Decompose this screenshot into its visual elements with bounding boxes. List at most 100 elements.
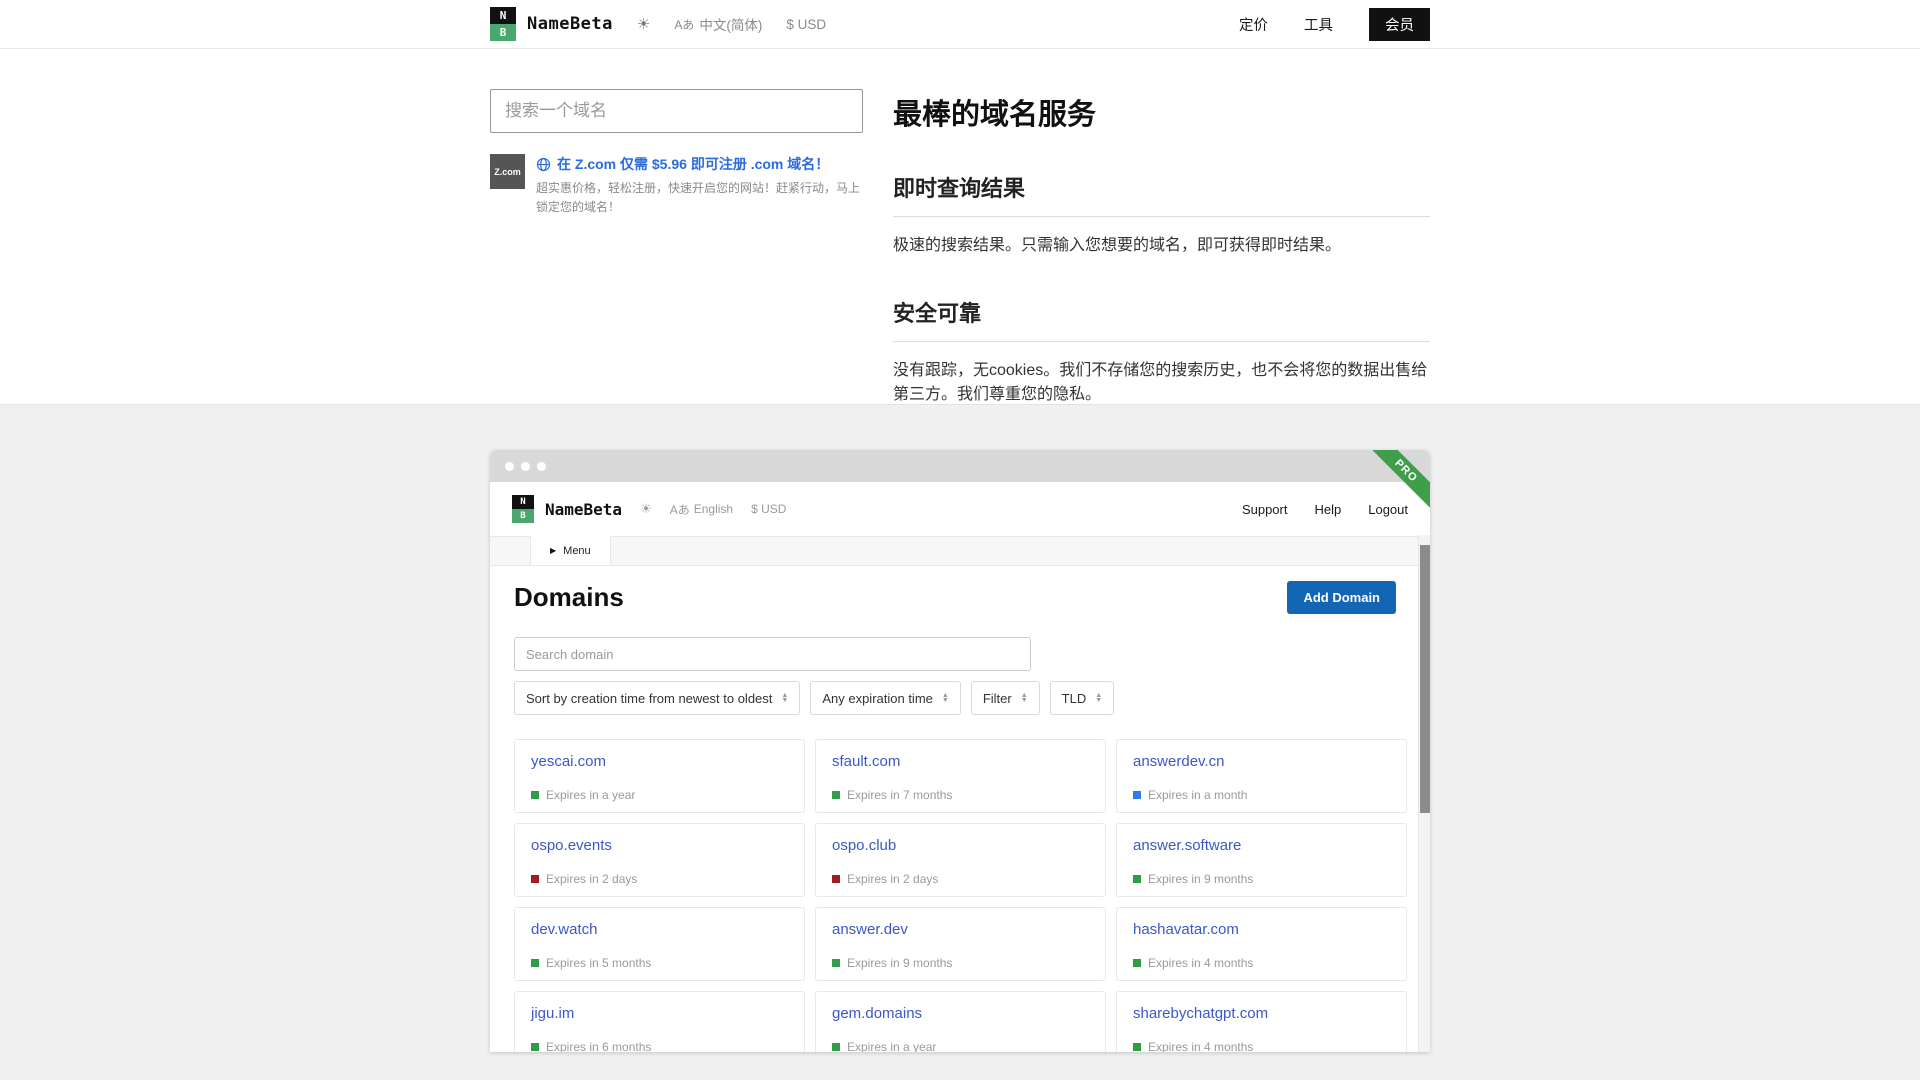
domain-link[interactable]: jigu.im — [531, 1005, 574, 1022]
domain-card: gem.domains Expires in a year — [815, 991, 1106, 1052]
domain-card: ospo.events Expires in 2 days — [514, 823, 805, 897]
brand[interactable]: N B NameBeta — [490, 7, 613, 41]
feature-text-secure: 没有跟踪，无cookies。我们不存储您的搜索历史，也不会将您的数据出售给第三方… — [893, 359, 1430, 407]
mockup-brand[interactable]: N B NameBeta — [512, 495, 622, 523]
domain-link[interactable]: yescai.com — [531, 753, 606, 770]
status-square — [531, 959, 539, 967]
domain-link[interactable]: answerdev.cn — [1133, 753, 1224, 770]
expiration-dropdown[interactable]: Any expiration time ▲▼ — [810, 681, 961, 715]
mockup-scrollbar[interactable] — [1418, 535, 1430, 1052]
currency-selector[interactable]: $ USD — [751, 502, 786, 516]
domain-link[interactable]: ospo.club — [832, 837, 896, 854]
domain-card: sharebychatgpt.com Expires in 4 months — [1116, 991, 1407, 1052]
status-square — [1133, 875, 1141, 883]
top-navbar: N B NameBeta ☀ Aあ 中文(简体) $ USD 定价 工具 会员 — [0, 0, 1920, 49]
domain-link[interactable]: gem.domains — [832, 1005, 922, 1022]
expiry-label: Expires in a year — [847, 1040, 936, 1052]
domain-link[interactable]: sharebychatgpt.com — [1133, 1005, 1268, 1022]
nav-link-pricing[interactable]: 定价 — [1239, 14, 1268, 35]
expiry-label: Expires in 4 months — [1148, 1040, 1253, 1052]
status-square — [832, 959, 840, 967]
domains-title: Domains — [514, 582, 624, 613]
domain-card: yescai.com Expires in a year — [514, 739, 805, 813]
domain-link[interactable]: answer.dev — [832, 921, 908, 938]
status-square — [1133, 959, 1141, 967]
language-selector[interactable]: Aあ English — [670, 501, 733, 518]
domain-link[interactable]: answer.software — [1133, 837, 1241, 854]
domain-card: ospo.club Expires in 2 days — [815, 823, 1106, 897]
globe-icon — [536, 157, 551, 172]
theme-toggle-icon[interactable]: ☀ — [637, 15, 650, 33]
domain-search-input[interactable] — [490, 89, 863, 133]
currency-selector[interactable]: $ USD — [786, 17, 826, 32]
tld-dropdown[interactable]: TLD ▲▼ — [1050, 681, 1115, 715]
help-link[interactable]: Help — [1314, 502, 1341, 517]
window-dot-icon — [521, 462, 530, 471]
domain-card: sfault.com Expires in 7 months — [815, 739, 1106, 813]
domain-card: jigu.im Expires in 6 months — [514, 991, 805, 1052]
expiry-label: Expires in a year — [546, 788, 635, 802]
feature-heading-secure: 安全可靠 — [893, 296, 1430, 342]
brand-name: NameBeta — [527, 14, 613, 34]
logo-letter-b: B — [490, 24, 516, 41]
domain-card: answerdev.cn Expires in a month — [1116, 739, 1407, 813]
filter-dropdown[interactable]: Filter ▲▼ — [971, 681, 1040, 715]
domain-card: dev.watch Expires in 5 months — [514, 907, 805, 981]
domain-card: answer.dev Expires in 9 months — [815, 907, 1106, 981]
hero-section: Z.com 在 Z.com 仅需 $5.96 即可注册 .com 域名！ 超实惠… — [0, 49, 1920, 404]
mockup-search-input[interactable] — [514, 637, 1031, 671]
expiry-label: Expires in a month — [1148, 788, 1247, 802]
zcom-ad[interactable]: Z.com 在 Z.com 仅需 $5.96 即可注册 .com 域名！ 超实惠… — [490, 154, 863, 216]
member-button[interactable]: 会员 — [1369, 8, 1430, 41]
currency-label: $ USD — [751, 502, 786, 516]
ad-title[interactable]: 在 Z.com 仅需 $5.96 即可注册 .com 域名！ — [557, 154, 829, 174]
status-square — [531, 1043, 539, 1051]
updown-arrows-icon: ▲▼ — [1095, 693, 1102, 703]
window-dot-icon — [505, 462, 514, 471]
menu-bar: ▶ Menu — [490, 536, 1430, 566]
status-square — [832, 875, 840, 883]
status-square — [832, 791, 840, 799]
domain-link[interactable]: sfault.com — [832, 753, 900, 770]
domain-card-grid: yescai.com Expires in a year sfault.com … — [514, 739, 1407, 1052]
expiry-label: Expires in 4 months — [1148, 956, 1253, 970]
add-domain-button[interactable]: Add Domain — [1287, 581, 1396, 614]
feature-heading-instant: 即时查询结果 — [893, 171, 1430, 217]
translate-icon: Aあ — [674, 16, 694, 33]
updown-arrows-icon: ▲▼ — [781, 693, 788, 703]
domain-link[interactable]: dev.watch — [531, 921, 597, 938]
brand-name: NameBeta — [545, 500, 622, 519]
nav-link-tools[interactable]: 工具 — [1304, 14, 1333, 35]
pro-ribbon-label: PRO — [1366, 450, 1430, 511]
language-selector[interactable]: Aあ 中文(简体) — [674, 14, 762, 34]
namebeta-logo-icon: N B — [512, 495, 534, 523]
sort-dropdown[interactable]: Sort by creation time from newest to old… — [514, 681, 800, 715]
menu-toggle[interactable]: ▶ Menu — [530, 536, 611, 565]
language-label: English — [694, 502, 733, 516]
domain-link[interactable]: ospo.events — [531, 837, 612, 854]
theme-toggle-icon[interactable]: ☀ — [640, 501, 652, 517]
language-label: 中文(简体) — [699, 14, 762, 34]
currency-label: $ USD — [786, 17, 826, 32]
updown-arrows-icon: ▲▼ — [1021, 693, 1028, 703]
browser-chrome-bar — [490, 450, 1430, 482]
support-link[interactable]: Support — [1242, 502, 1288, 517]
expiry-label: Expires in 9 months — [1148, 872, 1253, 886]
pro-ribbon: PRO — [1366, 450, 1430, 514]
zcom-logo: Z.com — [490, 154, 525, 189]
updown-arrows-icon: ▲▼ — [942, 693, 949, 703]
status-square — [832, 1043, 840, 1051]
feature-text-instant: 极速的搜索结果。只需输入您想要的域名，即可获得即时结果。 — [893, 234, 1430, 258]
expiry-label: Expires in 2 days — [847, 872, 938, 886]
domain-link[interactable]: hashavatar.com — [1133, 921, 1239, 938]
scrollbar-thumb[interactable] — [1420, 545, 1430, 813]
expiry-label: Expires in 2 days — [546, 872, 637, 886]
ad-description: 超实惠价格，轻松注册，快速开启您的网站！赶紧行动，马上锁定您的域名！ — [536, 179, 863, 216]
expiry-label: Expires in 6 months — [546, 1040, 651, 1052]
window-dot-icon — [537, 462, 546, 471]
caret-right-icon: ▶ — [550, 546, 556, 555]
demo-section: PRO N B NameBeta ☀ Aあ English $ USD — [0, 404, 1920, 1080]
page-title: 最棒的域名服务 — [893, 91, 1430, 133]
domain-card: answer.software Expires in 9 months — [1116, 823, 1407, 897]
expiry-label: Expires in 5 months — [546, 956, 651, 970]
